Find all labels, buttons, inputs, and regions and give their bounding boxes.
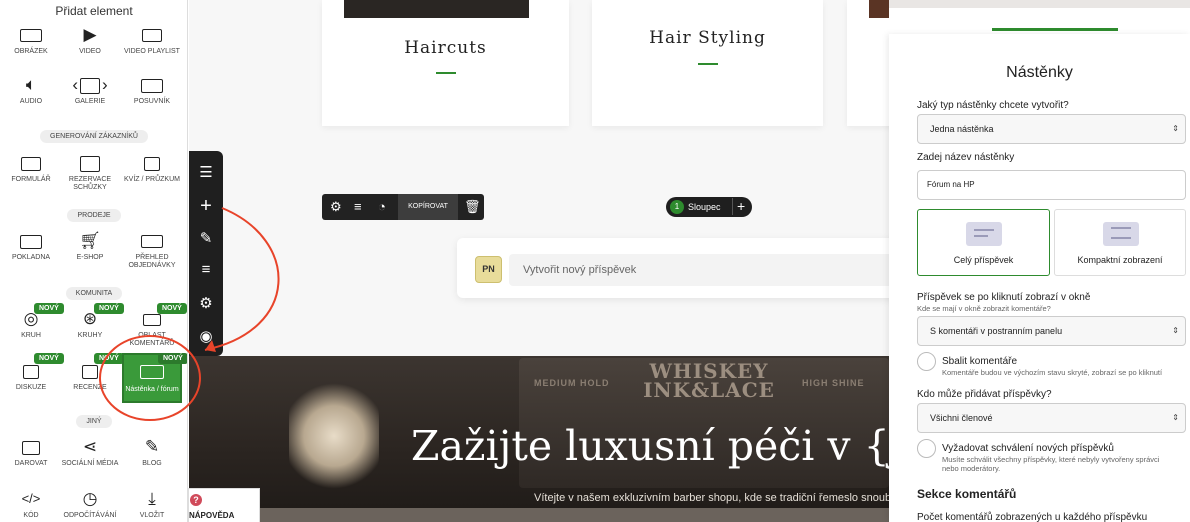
help-icon: ? <box>190 494 202 506</box>
full-post-icon <box>966 222 1002 246</box>
help-label: NÁPOVĚDA <box>189 511 235 520</box>
require-approval-label: Vyžadovat schválení nových příspěvků <box>942 443 1114 454</box>
window-hint: Kde se mají v okně zobrazit komentáře? <box>917 304 1051 313</box>
select-value: S komentáři v postranním panelu <box>930 326 1063 336</box>
require-approval-toggle[interactable] <box>917 439 936 458</box>
collapse-comments-toggle[interactable] <box>917 352 936 371</box>
option-label: Kompaktní zobrazení <box>1077 255 1163 265</box>
help-button[interactable]: ? NÁPOVĚDA <box>188 488 260 522</box>
option-label: Celý příspěvek <box>953 255 1014 265</box>
select-arrow-icon: ⇕ <box>1172 326 1179 335</box>
board-type-select[interactable]: Jedna nástěnka ⇕ <box>917 114 1186 144</box>
select-value: Jedna nástěnka <box>930 124 994 134</box>
collapse-comments-label: Sbalit komentáře <box>942 356 1018 367</box>
layout-option-compact[interactable]: Kompaktní zobrazení <box>1054 209 1186 276</box>
who-can-post-select[interactable]: Všichni členové ⇕ <box>917 403 1186 433</box>
board-name-label: Zadej název nástěnky <box>917 152 1015 163</box>
panel-accent-bar <box>992 28 1118 31</box>
board-type-label: Jaký typ nástěnky chcete vytvořit? <box>917 100 1069 111</box>
window-label: Příspěvek se po kliknutí zobrazí v okně <box>917 292 1091 303</box>
comments-position-select[interactable]: S komentáři v postranním panelu ⇕ <box>917 316 1186 346</box>
comments-count-label: Počet komentářů zobrazených u každého př… <box>917 512 1148 522</box>
editor-screen: Přidat element Obrázek ▶ Video Video pla… <box>0 0 1190 522</box>
comments-section-heading: Sekce komentářů <box>917 487 1017 501</box>
board-name-input[interactable]: Fórum na HP <box>917 170 1186 200</box>
board-settings-panel: Nástěnky Jaký typ nástěnky chcete vytvoř… <box>889 34 1190 522</box>
panel-title: Nástěnky <box>1006 64 1073 81</box>
who-can-post-label: Kdo může přidávat příspěvky? <box>917 389 1052 400</box>
layout-option-full[interactable]: Celý příspěvek <box>917 209 1050 276</box>
compact-view-icon <box>1103 222 1139 246</box>
require-approval-hint: Musíte schválit všechny příspěvky, které… <box>942 455 1160 473</box>
select-value: Všichni členové <box>930 413 993 423</box>
collapse-comments-hint: Komentáře budou ve výchozím stavu skryté… <box>942 368 1163 377</box>
select-arrow-icon: ⇕ <box>1172 413 1179 422</box>
select-arrow-icon: ⇕ <box>1172 124 1179 133</box>
